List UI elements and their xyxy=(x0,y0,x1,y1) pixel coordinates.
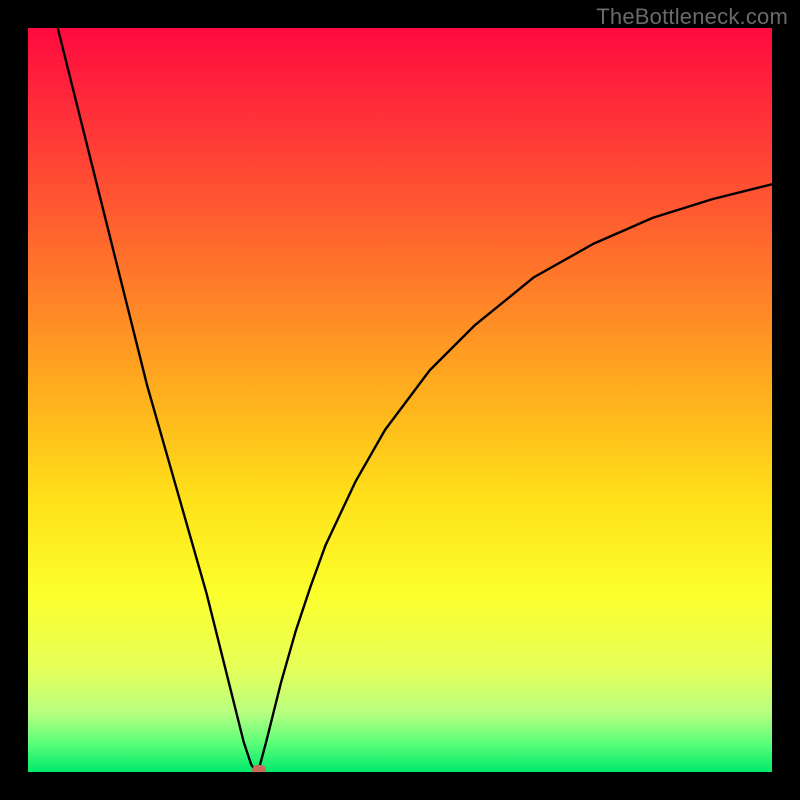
optimal-point-marker xyxy=(252,765,266,772)
watermark-text: TheBottleneck.com xyxy=(596,4,788,30)
bottleneck-curve xyxy=(28,28,772,772)
plot-area xyxy=(28,28,772,772)
chart-frame: TheBottleneck.com xyxy=(0,0,800,800)
